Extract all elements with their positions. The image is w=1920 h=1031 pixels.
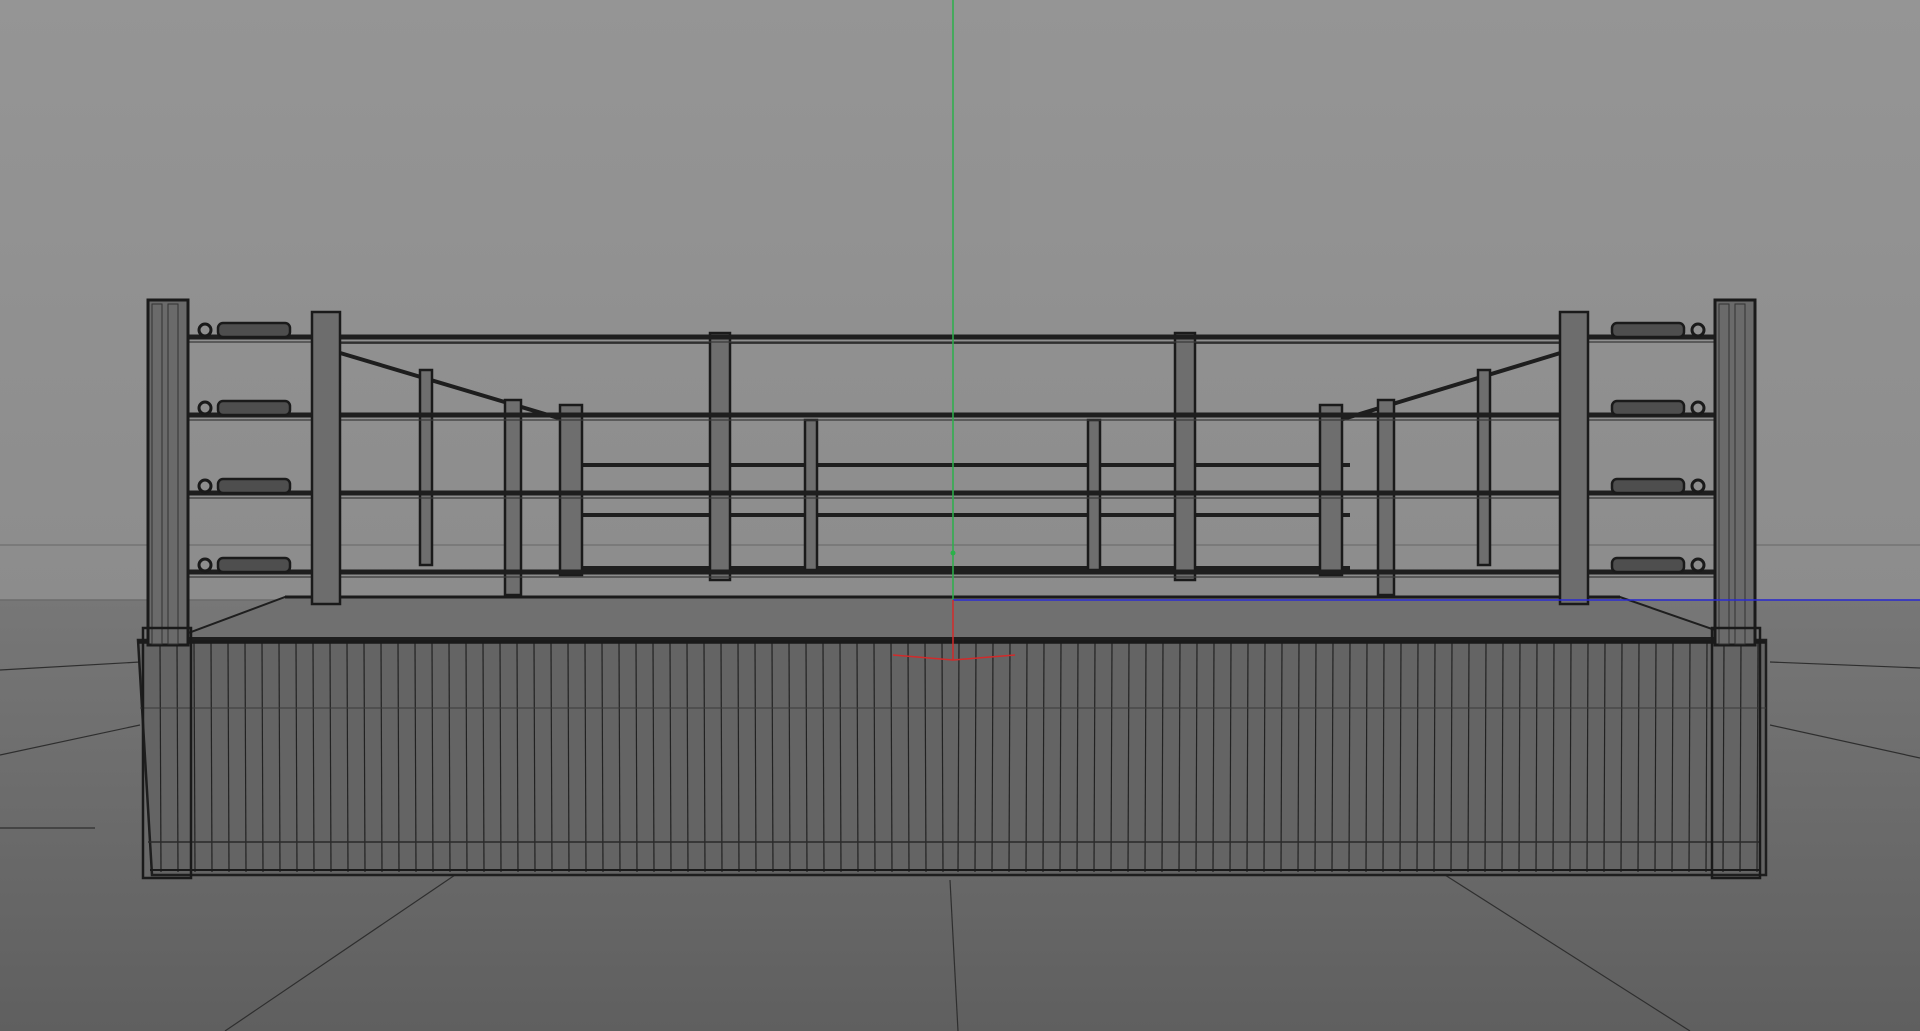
inner-post-right [1558, 310, 1590, 606]
viewport-canvas[interactable] [0, 0, 1920, 1031]
turnbuckle-left-4 [216, 556, 292, 574]
turnbuckle-left-2 [216, 399, 292, 417]
fence-post-4 [708, 331, 732, 582]
turnbuckle-right-1 [1610, 321, 1686, 339]
ring-apron [136, 638, 1768, 877]
turnbuckle-left-3 [216, 477, 292, 495]
fence-post-1 [418, 368, 434, 567]
ring-canvas [138, 595, 1766, 644]
fence-post-8 [1318, 403, 1344, 577]
turnbuckle-right-4 [1610, 556, 1686, 574]
3d-viewport[interactable] [0, 0, 1920, 1031]
turnbuckle-right-2 [1610, 399, 1686, 417]
fence-post-7 [1173, 331, 1197, 582]
fence-post-10 [1476, 368, 1492, 567]
origin-point [950, 550, 956, 556]
turnbuckle-left-1 [216, 321, 292, 339]
inner-post-left [310, 310, 342, 606]
fence-post-3 [558, 403, 584, 577]
turnbuckle-right-3 [1610, 477, 1686, 495]
